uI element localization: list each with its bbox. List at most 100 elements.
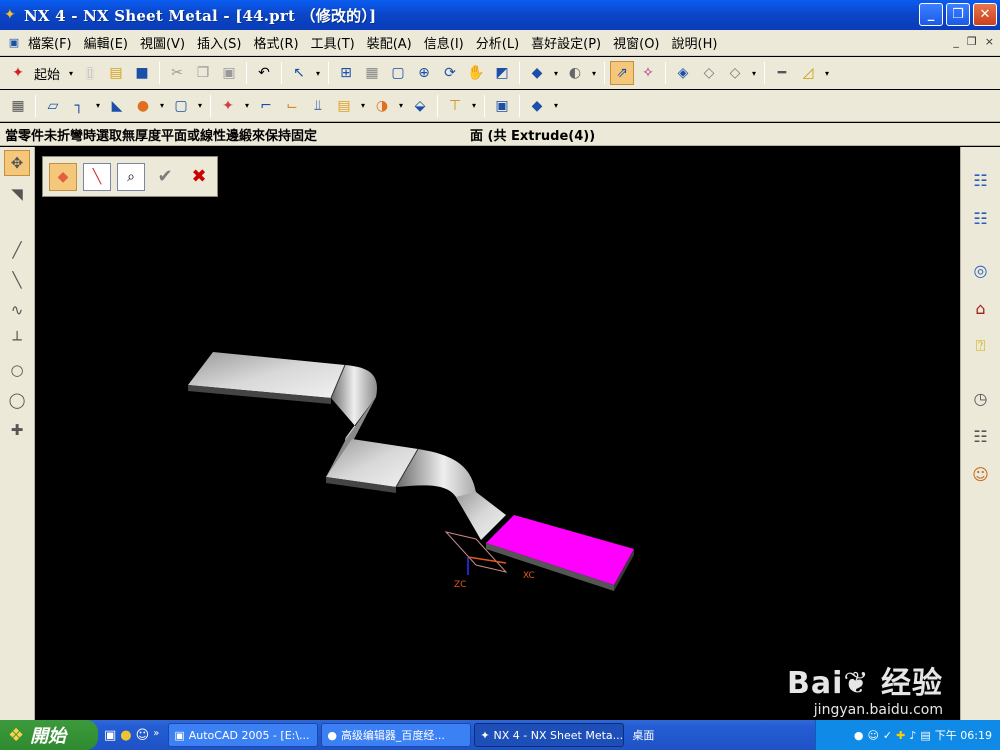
start-dropdown-icon[interactable]: ▾: [66, 61, 76, 85]
menu-insert[interactable]: 插入(S): [191, 33, 247, 52]
arc-line-icon[interactable]: ╲: [0, 265, 34, 295]
open-folder-icon[interactable]: ▤: [104, 61, 128, 85]
part-navigator-icon[interactable]: ☷: [961, 199, 1000, 237]
desktop-toolbar-label[interactable]: 桌面: [632, 727, 654, 743]
tray-qq-icon[interactable]: ☺: [867, 729, 878, 742]
filter-dropdown-icon[interactable]: ▾: [313, 61, 323, 85]
bend-icon[interactable]: ✦: [216, 94, 240, 118]
start-menu-button[interactable]: 起始: [34, 64, 60, 83]
training-icon[interactable]: ⌂: [961, 289, 1000, 327]
nx-start-icon[interactable]: ✦: [6, 61, 30, 85]
line-icon[interactable]: ╱: [0, 235, 34, 265]
paste-icon[interactable]: ▣: [217, 61, 241, 85]
cleanup-icon[interactable]: ⬙: [408, 94, 432, 118]
start-button[interactable]: ❖ 開始: [0, 720, 98, 750]
selection-filter-icon[interactable]: ↖: [287, 61, 311, 85]
circle-icon[interactable]: ◯: [0, 385, 34, 415]
fit-view-icon[interactable]: ⊞: [334, 61, 358, 85]
render-style-icon[interactable]: ◐: [563, 61, 587, 85]
help-icon[interactable]: ⍰: [961, 327, 1000, 365]
flange-dropdown-icon[interactable]: ▾: [93, 94, 103, 118]
menu-assemblies[interactable]: 裝配(A): [361, 33, 418, 52]
menu-format[interactable]: 格式(R): [247, 33, 304, 52]
close-button[interactable]: ✕: [973, 3, 997, 26]
measure-distance-icon[interactable]: ━: [770, 61, 794, 85]
sketch-finish-icon[interactable]: ◥: [0, 179, 34, 209]
move-layer-icon[interactable]: ◇: [697, 61, 721, 85]
flat-solid-icon[interactable]: ▤: [332, 94, 356, 118]
solid-punch-icon[interactable]: ▣: [490, 94, 514, 118]
quick-launch-more-icon[interactable]: »: [153, 728, 159, 743]
flat-pattern-icon[interactable]: ⊤: [443, 94, 467, 118]
task-nx[interactable]: ✦ NX 4 - NX Sheet Meta...: [474, 723, 625, 747]
highlighted-end-flange[interactable]: [486, 515, 634, 585]
perspective-icon[interactable]: ◩: [490, 61, 514, 85]
menu-tools[interactable]: 工具(T): [305, 33, 361, 52]
check-dropdown-icon[interactable]: ▾: [551, 94, 561, 118]
task-autocad[interactable]: ▣ AutoCAD 2005 - [E:\...: [168, 723, 319, 747]
zoom-window-icon[interactable]: ▦: [360, 61, 384, 85]
corner-icon[interactable]: ▢: [169, 94, 193, 118]
sketch-icon[interactable]: ✥: [4, 150, 30, 176]
wcs-icon[interactable]: ⇗: [610, 61, 635, 85]
show-desktop-icon[interactable]: ▣: [104, 728, 116, 743]
minimize-button[interactable]: _: [919, 3, 943, 26]
zoom-in-out-icon[interactable]: ⊕: [412, 61, 436, 85]
new-file-icon[interactable]: ▯: [78, 61, 102, 85]
render-dropdown-icon[interactable]: ▾: [589, 61, 599, 85]
web-browser-icon[interactable]: ◎: [961, 251, 1000, 289]
network-icon[interactable]: ✓: [883, 729, 892, 742]
menu-preferences[interactable]: 喜好設定(P): [525, 33, 607, 52]
document-icon[interactable]: ▣: [6, 31, 22, 55]
convert-dropdown-icon[interactable]: ▾: [396, 94, 406, 118]
contour-flange-icon[interactable]: ◣: [105, 94, 129, 118]
cut-icon[interactable]: ✂: [165, 61, 189, 85]
qq-icon[interactable]: ☺: [136, 728, 150, 743]
view-orientation-icon[interactable]: ◆: [525, 61, 549, 85]
wcs-orient-icon[interactable]: ✧: [636, 61, 660, 85]
wechat-icon[interactable]: ●: [854, 729, 864, 742]
rotate-icon[interactable]: ⟳: [438, 61, 462, 85]
chrome-icon[interactable]: ●: [120, 728, 131, 743]
menu-help[interactable]: 說明(H): [666, 33, 724, 52]
check-icon[interactable]: ◆: [525, 94, 549, 118]
pan-icon[interactable]: ✋: [464, 61, 488, 85]
system-materials-icon[interactable]: ☷: [961, 417, 1000, 455]
menu-file[interactable]: 檔案(F): [22, 33, 78, 52]
convert-icon[interactable]: ◑: [370, 94, 394, 118]
volume-icon[interactable]: ♪: [909, 729, 916, 742]
history-icon[interactable]: ◷: [961, 379, 1000, 417]
menu-window[interactable]: 視窗(O): [607, 33, 665, 52]
task-browser[interactable]: ● 高级编辑器_百度经...: [321, 723, 472, 747]
mdi-close-button[interactable]: ×: [985, 35, 994, 48]
cutout-icon[interactable]: ●: [131, 94, 155, 118]
menu-analysis[interactable]: 分析(L): [470, 33, 525, 52]
security-icon[interactable]: ✚: [896, 729, 905, 742]
spline-icon[interactable]: ∿: [0, 295, 34, 325]
fillet-icon[interactable]: ┴: [0, 325, 34, 355]
flat-dropdown-icon[interactable]: ▾: [358, 94, 368, 118]
save-icon[interactable]: ■: [130, 61, 154, 85]
measure-dropdown-icon[interactable]: ▾: [822, 61, 832, 85]
bend-dropdown-icon[interactable]: ▾: [242, 94, 252, 118]
copy-layer-icon[interactable]: ◇: [723, 61, 747, 85]
flange-icon[interactable]: ┐: [67, 94, 91, 118]
copy-icon[interactable]: ❐: [191, 61, 215, 85]
menu-edit[interactable]: 編輯(E): [78, 33, 134, 52]
zoom-area-icon[interactable]: ▢: [386, 61, 410, 85]
point-icon[interactable]: ✚: [0, 415, 34, 445]
clock[interactable]: 下午 06:19: [935, 727, 992, 743]
mdi-minimize-button[interactable]: _: [953, 35, 959, 48]
tray-more-icon[interactable]: ▤: [920, 729, 930, 742]
mdi-restore-button[interactable]: ❒: [967, 35, 977, 48]
rebend-icon[interactable]: ⌙: [280, 94, 304, 118]
tab-icon[interactable]: ▱: [41, 94, 65, 118]
arc-icon[interactable]: ○: [0, 355, 34, 385]
cutout-dropdown-icon[interactable]: ▾: [157, 94, 167, 118]
assembly-navigator-icon[interactable]: ☷: [961, 161, 1000, 199]
menu-view[interactable]: 視圖(V): [134, 33, 191, 52]
restore-button[interactable]: ❒: [946, 3, 970, 26]
measure-angle-icon[interactable]: ◿: [796, 61, 820, 85]
unbend-icon[interactable]: ⌐: [254, 94, 278, 118]
menu-information[interactable]: 信息(I): [418, 33, 470, 52]
